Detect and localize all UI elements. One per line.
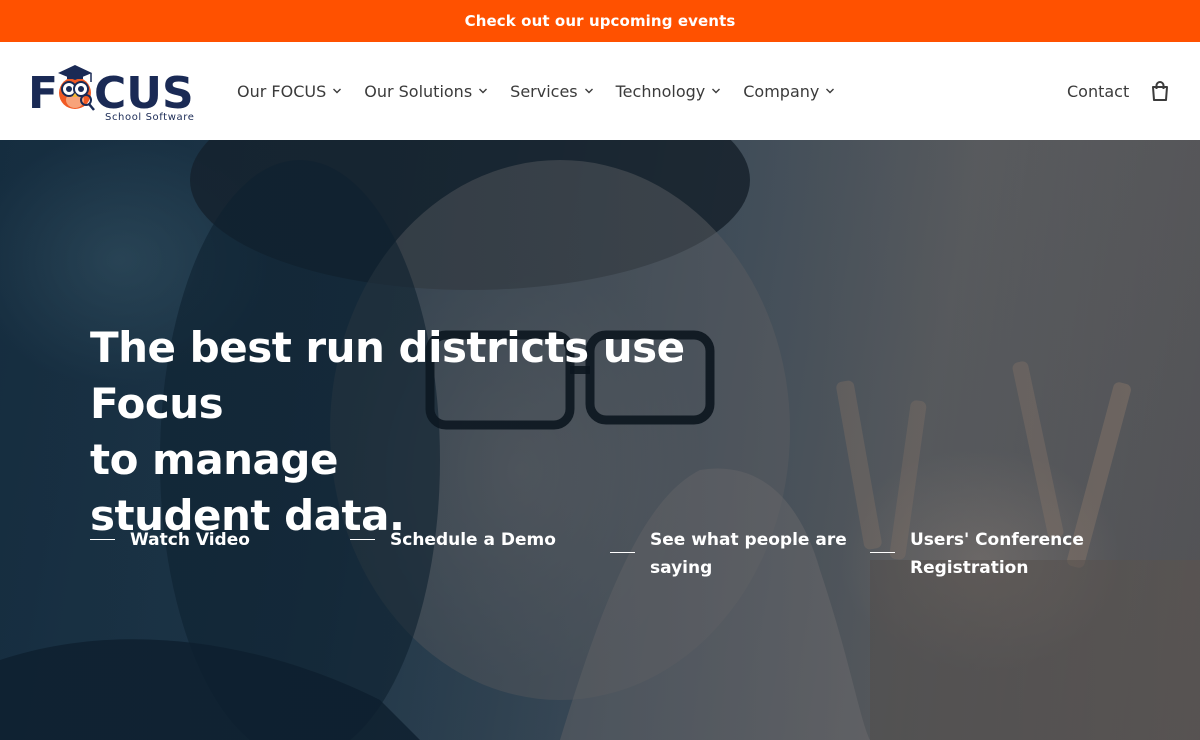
nav-item-our-focus[interactable]: Our FOCUS <box>237 82 342 101</box>
nav-item-label: Our Solutions <box>364 81 473 101</box>
nav-item-label: Technology <box>615 81 706 101</box>
watch-video-link[interactable]: Watch Video <box>90 526 330 554</box>
shopping-bag-icon[interactable] <box>1150 80 1170 102</box>
dash-divider <box>350 539 375 540</box>
nav-item-company[interactable]: Company <box>743 82 835 101</box>
nav-item-label: Our FOCUS <box>237 81 327 101</box>
nav-item-label: Services <box>510 81 578 101</box>
hero-heading-line: to manage <box>90 435 338 484</box>
owl-mascot-icon <box>58 65 95 111</box>
testimonials-link[interactable]: See what people are saying <box>610 526 850 582</box>
logo-tagline: School Software <box>105 112 195 123</box>
focus-logo[interactable]: F CUS School Software <box>28 60 208 126</box>
chevron-down-icon <box>711 86 721 96</box>
nav-item-technology[interactable]: Technology <box>616 82 722 101</box>
chevron-down-icon <box>332 86 342 96</box>
schedule-demo-link[interactable]: Schedule a Demo <box>350 526 590 554</box>
svg-text:F: F <box>28 68 58 119</box>
dash-divider <box>870 552 895 553</box>
chevron-down-icon <box>478 86 488 96</box>
cta-label: Watch Video <box>130 530 250 550</box>
contact-link[interactable]: Contact <box>1067 42 1129 140</box>
dash-divider <box>610 552 635 553</box>
cta-label: See what people are saying <box>650 530 847 578</box>
conference-registration-link[interactable]: Users' Conference Registration <box>870 526 1110 582</box>
chevron-down-icon <box>584 86 594 96</box>
announcement-bar: Check out our upcoming events <box>0 0 1200 42</box>
hero-section: The best run districts use Focus to mana… <box>0 140 1200 740</box>
announcement-link[interactable]: Check out our upcoming events <box>465 12 736 30</box>
hero-heading-line: The best run districts use Focus <box>90 323 685 428</box>
cta-label: Schedule a Demo <box>390 530 556 550</box>
nav-item-our-solutions[interactable]: Our Solutions <box>364 82 488 101</box>
cta-label: Users' Conference Registration <box>910 530 1084 578</box>
nav-item-label: Company <box>743 81 820 101</box>
dash-divider <box>90 539 115 540</box>
hero-heading: The best run districts use Focus to mana… <box>90 320 750 544</box>
nav-item-services[interactable]: Services <box>510 82 593 101</box>
main-nav: Our FOCUS Our Solutions Services Technol… <box>237 42 857 140</box>
site-header: F CUS School Software Our FOCUS Our Solu… <box>0 42 1200 140</box>
chevron-down-icon <box>825 86 835 96</box>
